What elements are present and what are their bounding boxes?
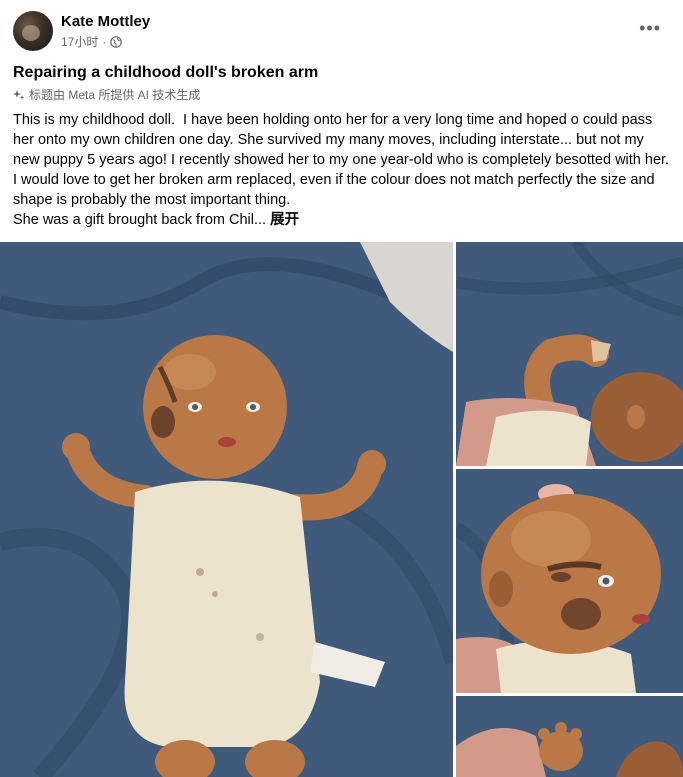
ai-note-text: 标题由 Meta 所提供 AI 技术生成 [29, 88, 201, 102]
post-time[interactable]: 17小时 [61, 33, 98, 50]
photo-doll-hand[interactable] [456, 696, 683, 777]
post-meta: 17小时 · [61, 33, 123, 50]
post-header: Kate Mottley 17小时 · ••• [0, 0, 683, 60]
photo-grid [0, 242, 683, 777]
photo-doll-face[interactable] [456, 469, 683, 693]
post-body-text: This is my childhood doll. I have been h… [13, 112, 670, 228]
globe-icon[interactable] [110, 35, 123, 48]
author-name[interactable]: Kate Mottley [61, 13, 150, 30]
sparkle-icon [13, 89, 25, 100]
more-options-button[interactable]: ••• [639, 19, 661, 37]
avatar[interactable] [13, 11, 53, 51]
see-more-link[interactable]: 展开 [270, 212, 299, 228]
photo-broken-arm[interactable] [456, 242, 683, 466]
post-title: Repairing a childhood doll's broken arm [13, 64, 319, 81]
photo-doll-full[interactable] [0, 242, 453, 777]
meta-separator: · [102, 34, 107, 49]
post-body: This is my childhood doll. I have been h… [13, 110, 673, 230]
more-horizontal-icon: ••• [639, 18, 661, 38]
ai-generated-note: 标题由 Meta 所提供 AI 技术生成 [13, 86, 200, 103]
